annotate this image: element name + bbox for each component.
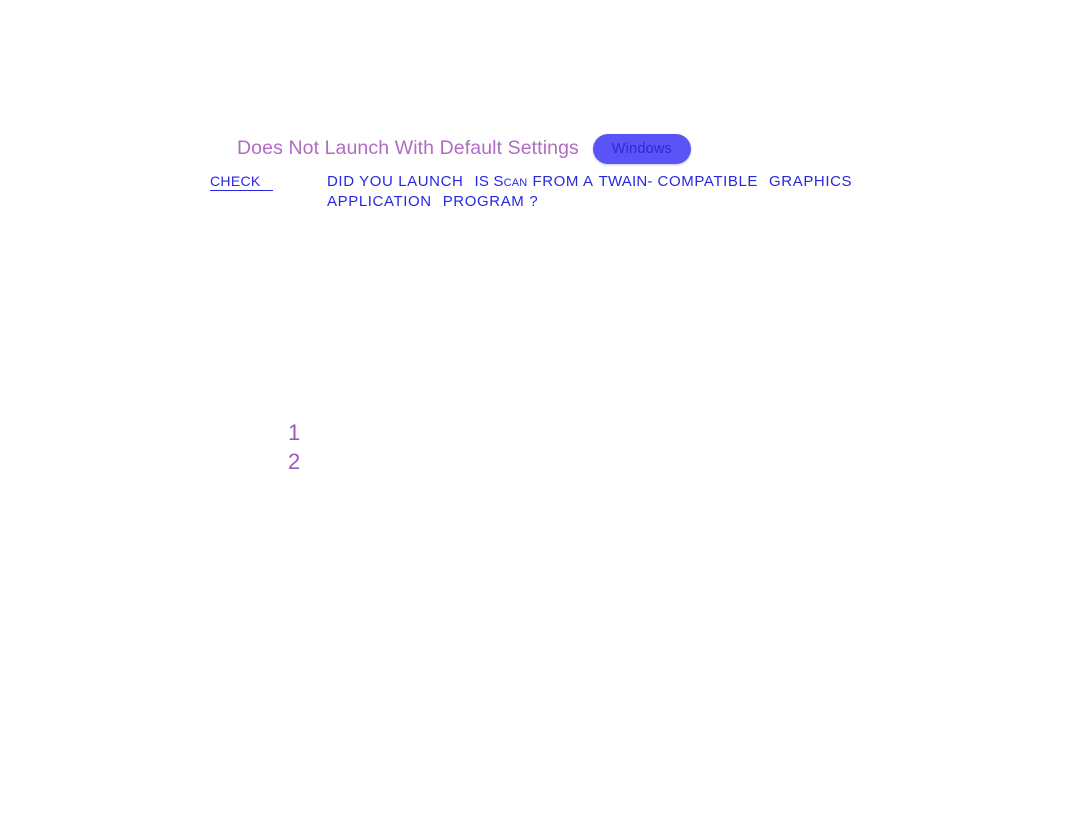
document-page: Does Not Launch With Default Settings Wi… [0, 0, 1080, 834]
step-number: 2 [288, 449, 301, 474]
page-title: Does Not Launch With Default Settings [237, 137, 579, 160]
check-text-segment-4: GRAPHICS [769, 173, 853, 190]
twain-brand: TWAIN- [598, 173, 653, 190]
check-text-segment-6: PROGRAM [442, 193, 525, 210]
check-text-segment-1: DID YOU LAUNCH [327, 173, 464, 190]
platform-badge-windows: Windows [592, 134, 691, 164]
section-heading-row: Does Not Launch With Default Settings Wi… [237, 134, 691, 164]
question-mark: ? [529, 193, 539, 210]
check-question-text: DID YOU LAUNCH IS Scan FROM A TWAIN- COMPATI… [327, 172, 967, 212]
step-number: 1 [288, 420, 301, 445]
product-name: IS Scan [474, 173, 528, 190]
check-text-segment-2: FROM A [532, 173, 594, 190]
check-text-segment-3: COMPATIBLE [657, 173, 759, 190]
step-number-list: 1 2 [288, 418, 300, 476]
check-text-segment-5: APPLICATION [327, 193, 432, 210]
check-label: CHECK [210, 173, 273, 192]
